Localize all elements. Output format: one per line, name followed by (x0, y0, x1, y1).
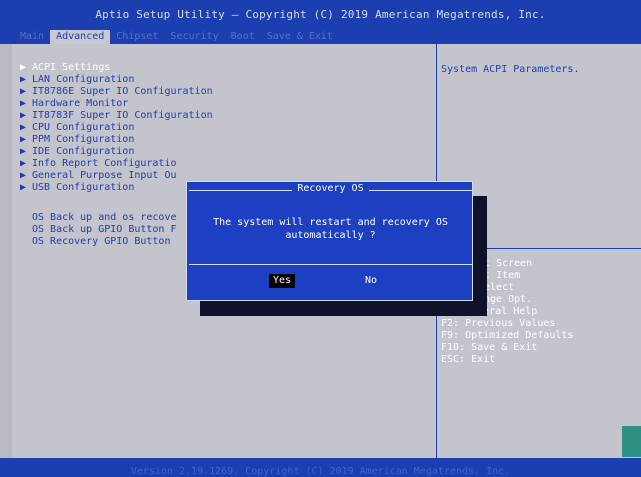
help-description: System ACPI Parameters. (441, 64, 580, 75)
dialog-title-text: Recovery OS (292, 183, 369, 194)
menu-item-label: USB Configuration (32, 182, 135, 193)
menu-item-cpu-configuration[interactable]: ▶ CPU Configuration (20, 122, 134, 134)
menu-item-label: Info Report Configuratio (32, 158, 177, 169)
tab-main[interactable]: Main (14, 30, 50, 44)
menu-item-label: Hardware Monitor (32, 98, 129, 109)
submenu-arrow-icon: ▶ (20, 110, 27, 121)
menu-item-os-backup-gpio[interactable]: OS Back up GPIO Button F (20, 224, 177, 236)
menu-item-label: ACPI Settings (32, 62, 111, 73)
help-key-f10: F10: Save & Exit (441, 342, 538, 353)
submenu-arrow-icon: ▶ (20, 122, 27, 133)
menu-item-os-backup-recovery[interactable]: OS Back up and os recove (20, 212, 177, 224)
menu-item-hardware-monitor[interactable]: ▶ Hardware Monitor (20, 98, 128, 110)
header-bar: Aptio Setup Utility – Copyright (C) 2019… (0, 0, 641, 44)
dialog-message-line1: The system will restart and recovery OS (213, 217, 448, 228)
app-title: Aptio Setup Utility – Copyright (C) 2019… (95, 8, 546, 21)
dialog-separator (189, 264, 472, 265)
menu-item-it8783f-super-io[interactable]: ▶ IT8783F Super IO Configuration (20, 110, 213, 122)
submenu-arrow-icon: ▶ (20, 62, 27, 73)
menu-item-info-report[interactable]: ▶ Info Report Configuratio (20, 158, 177, 170)
menu-item-os-recovery-gpio[interactable]: OS Recovery GPIO Button (20, 236, 170, 248)
menu-item-label: OS Back up GPIO Button F (32, 224, 177, 235)
menu-item-it8786e-super-io[interactable]: ▶ IT8786E Super IO Configuration (20, 86, 213, 98)
menu-item-label: OS Back up and os recove (32, 212, 177, 223)
help-key-f9: F9: Optimized Defaults (441, 330, 574, 341)
menu-item-ppm-configuration[interactable]: ▶ PPM Configuration (20, 134, 134, 146)
dialog-title: Recovery OS (187, 183, 474, 194)
menu-item-ide-configuration[interactable]: ▶ IDE Configuration (20, 146, 134, 158)
submenu-arrow-icon: ▶ (20, 98, 27, 109)
submenu-arrow-icon: ▶ (20, 146, 27, 157)
scrollbar-thumb[interactable] (622, 426, 641, 457)
tab-chipset[interactable]: Chipset (110, 30, 164, 44)
yes-button[interactable]: Yes (269, 274, 296, 288)
menu-item-label: PPM Configuration (32, 134, 135, 145)
menu-item-label: IT8786E Super IO Configuration (32, 86, 213, 97)
menu-item-lan-configuration[interactable]: ▶ LAN Configuration (20, 74, 134, 86)
recovery-os-dialog: Recovery OS The system will restart and … (186, 181, 473, 301)
submenu-arrow-icon: ▶ (20, 74, 27, 85)
menu-item-label: IDE Configuration (32, 146, 135, 157)
help-key-f2: F2: Previous Values (441, 318, 556, 329)
menu-item-label: LAN Configuration (32, 74, 135, 85)
menu-item-general-purpose-input[interactable]: ▶ General Purpose Input Ou (20, 170, 177, 182)
submenu-arrow-icon: ▶ (20, 158, 27, 169)
help-key-esc: ESC: Exit (441, 354, 496, 365)
tab-save-exit[interactable]: Save & Exit (261, 30, 339, 44)
tab-security[interactable]: Security (164, 30, 224, 44)
footer-version: Version 2.19.1269. Copyright (C) 2019 Am… (130, 466, 511, 477)
submenu-arrow-icon: ▶ (20, 170, 27, 181)
tab-boot[interactable]: Boot (225, 30, 261, 44)
bios-screen: Aptio Setup Utility – Copyright (C) 2019… (0, 0, 641, 477)
menu-item-label: IT8783F Super IO Configuration (32, 110, 213, 121)
menu-item-label: General Purpose Input Ou (32, 170, 177, 181)
submenu-arrow-icon: ▶ (20, 182, 27, 193)
menu-item-usb-configuration[interactable]: ▶ USB Configuration (20, 182, 134, 194)
no-button[interactable]: No (365, 274, 377, 288)
submenu-arrow-icon: ▶ (20, 134, 27, 145)
menu-item-label: OS Recovery GPIO Button (32, 236, 171, 247)
tab-bar: Main Advanced Chipset Security Boot Save… (14, 30, 339, 44)
menu-item-label: CPU Configuration (32, 122, 135, 133)
menu-item-acpi-settings[interactable]: ▶ ACPI Settings (20, 62, 110, 74)
submenu-arrow-icon: ▶ (20, 86, 27, 97)
dialog-message-line2: automatically ? (285, 230, 376, 241)
tab-advanced[interactable]: Advanced (50, 30, 111, 44)
